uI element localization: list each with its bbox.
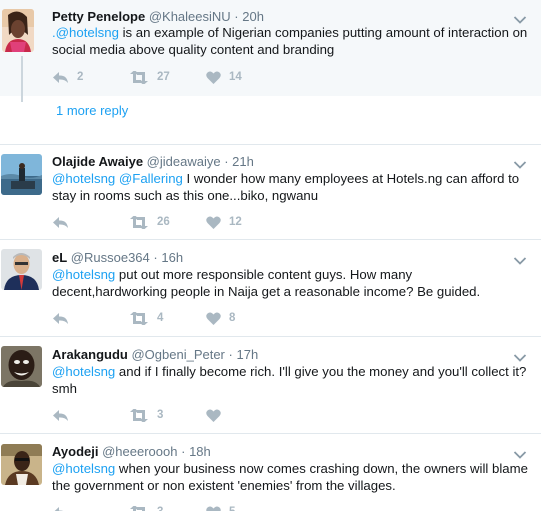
tweet-header: eL @Russoe364 · 16h <box>52 249 183 266</box>
username[interactable]: @Ogbeni_Peter <box>131 347 224 362</box>
chevron-down-icon[interactable] <box>513 157 527 169</box>
tweet-header: Ayodeji @heeeroooh · 18h <box>52 443 211 460</box>
display-name[interactable]: Arakangudu <box>52 347 128 362</box>
retweet-button[interactable]: 26 <box>129 214 170 230</box>
retweet-icon <box>130 408 148 422</box>
retweet-button[interactable]: 3 <box>129 407 163 423</box>
display-name[interactable]: Ayodeji <box>52 444 98 459</box>
username[interactable]: @KhaleesiNU <box>149 9 231 24</box>
tweet-header: Olajide Awaiye @jideawaiye · 21h <box>52 153 254 170</box>
username[interactable]: @jideawaiye <box>147 154 221 169</box>
tweet-body: put out more responsible content guys. H… <box>52 267 481 299</box>
like-count: 8 <box>229 312 236 324</box>
display-name[interactable]: Petty Penelope <box>52 9 145 24</box>
reply-icon <box>54 506 65 511</box>
username[interactable]: @heeeroooh <box>102 444 177 459</box>
separator-dot: · <box>234 9 239 24</box>
separator-dot: · <box>228 347 233 362</box>
timestamp[interactable]: 16h <box>161 250 183 265</box>
timestamp[interactable]: 20h <box>242 9 264 24</box>
tweet-card[interactable]: Ayodeji @heeeroooh · 18h @hotelsng when … <box>0 434 541 511</box>
tweet-card[interactable]: Petty Penelope @KhaleesiNU · 20h .@hotel… <box>0 0 541 96</box>
tweet-body: and if I finally become rich. I'll give … <box>52 364 527 396</box>
timestamp[interactable]: 17h <box>236 347 258 362</box>
display-name[interactable]: Olajide Awaiye <box>52 154 143 169</box>
like-count: 5 <box>229 506 235 511</box>
mention-link[interactable]: @hotelsng <box>52 461 115 476</box>
like-button[interactable]: 5 <box>206 504 235 511</box>
retweet-button[interactable]: 3 <box>129 504 163 511</box>
avatar[interactable] <box>1 346 42 387</box>
timestamp[interactable]: 21h <box>232 154 254 169</box>
tweet-card[interactable]: Olajide Awaiye @jideawaiye · 21h @hotels… <box>0 145 541 239</box>
tweet-header: Petty Penelope @KhaleesiNU · 20h <box>52 8 264 25</box>
tweet-card[interactable]: eL @Russoe364 · 16h @hotelsng put out mo… <box>0 240 541 336</box>
retweet-count: 3 <box>157 409 164 421</box>
tweet-text: @hotelsng and if I finally become rich. … <box>52 363 530 397</box>
retweet-icon <box>130 215 148 229</box>
like-button[interactable]: 12 <box>206 214 242 230</box>
tweet-text: .@hotelsng is an example of Nigerian com… <box>52 24 530 58</box>
heart-icon <box>206 408 221 422</box>
tweet-text: @hotelsng @Fallering I wonder how many e… <box>52 170 530 204</box>
avatar[interactable] <box>1 249 42 290</box>
username[interactable]: @Russoe364 <box>71 250 150 265</box>
tweet-header: Arakangudu @Ogbeni_Peter · 17h <box>52 346 258 363</box>
reply-count: 2 <box>77 71 84 83</box>
retweet-icon <box>130 311 148 325</box>
tweet-body: when your business now comes crashing do… <box>52 461 528 493</box>
reply-button[interactable]: 2 <box>52 69 83 85</box>
heart-icon <box>206 215 221 229</box>
more-replies-link[interactable]: 1 more reply <box>56 103 128 118</box>
reply-icon <box>53 409 68 421</box>
retweet-count: 4 <box>157 312 164 324</box>
like-button[interactable] <box>206 407 229 423</box>
mention-link[interactable]: @hotelsng <box>52 267 115 282</box>
reply-button[interactable] <box>52 407 77 423</box>
thread-line <box>21 56 23 102</box>
chevron-down-icon[interactable] <box>513 253 527 265</box>
reply-button[interactable] <box>52 504 77 511</box>
reply-button[interactable] <box>52 214 77 230</box>
tweet-body: is an example of Nigerian companies putt… <box>52 25 528 57</box>
retweet-count: 26 <box>157 216 170 228</box>
retweet-button[interactable]: 4 <box>129 310 163 326</box>
avatar[interactable] <box>1 444 42 485</box>
retweet-icon <box>130 505 145 511</box>
retweet-button[interactable]: 27 <box>129 69 170 85</box>
display-name[interactable]: eL <box>52 250 67 265</box>
mention-link[interactable]: @hotelsng <box>52 364 115 379</box>
chevron-down-icon[interactable] <box>513 12 527 24</box>
tweet-card[interactable]: Arakangudu @Ogbeni_Peter · 17h @hotelsng… <box>0 337 541 433</box>
like-button[interactable]: 8 <box>206 310 235 326</box>
retweet-count: 3 <box>157 506 163 511</box>
reply-button[interactable] <box>52 310 77 326</box>
reply-icon <box>53 312 68 324</box>
chevron-down-icon[interactable] <box>513 447 527 459</box>
chevron-down-icon[interactable] <box>513 350 527 362</box>
reply-icon <box>53 71 68 83</box>
separator-dot: · <box>153 250 158 265</box>
heart-icon <box>206 311 221 325</box>
like-count: 12 <box>229 216 242 228</box>
separator-dot: · <box>224 154 229 169</box>
like-button[interactable]: 14 <box>206 69 242 85</box>
like-count: 14 <box>229 71 242 83</box>
timestamp[interactable]: 18h <box>189 444 211 459</box>
avatar[interactable] <box>2 9 34 52</box>
reply-icon <box>53 216 68 228</box>
separator-dot: · <box>181 444 186 459</box>
heart-icon <box>206 70 221 84</box>
retweet-count: 27 <box>157 71 170 83</box>
tweet-text: @hotelsng put out more responsible conte… <box>52 266 530 300</box>
mention-link[interactable]: @hotelsng @Fallering <box>52 171 183 186</box>
retweet-icon <box>130 70 148 84</box>
heart-icon <box>206 505 221 511</box>
mention-link[interactable]: .@hotelsng <box>52 25 119 40</box>
tweet-text: @hotelsng when your business now comes c… <box>52 460 530 494</box>
avatar[interactable] <box>1 154 42 195</box>
